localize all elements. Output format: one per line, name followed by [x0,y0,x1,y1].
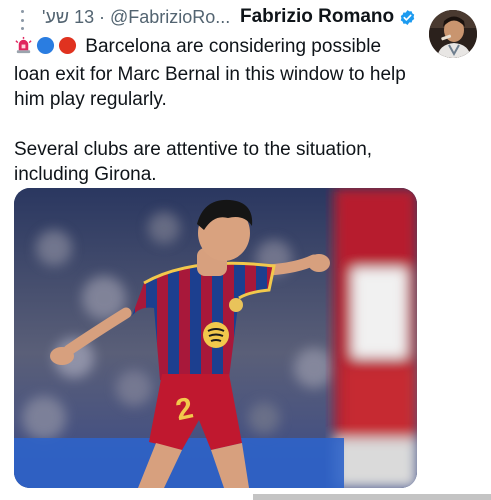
verified-badge-icon [400,10,415,25]
tweet-body: Barcelona are considering possible loan … [14,34,419,187]
more-options-icon[interactable] [18,10,26,30]
author-handle[interactable]: @FabrizioRo... [110,7,230,28]
author-name[interactable]: Fabrizio Romano [240,6,394,28]
red-circle-icon [58,36,77,62]
tweet-time[interactable]: 13 שע' [42,7,94,28]
tweet-image[interactable]: 2 [14,188,417,488]
horizontal-scrollbar[interactable] [253,494,491,500]
tweet-header: 13 שע' · @FabrizioRo... Fabrizio Romano [0,0,491,58]
separator-dot: · [99,7,105,27]
rotating-light-icon [14,36,33,62]
blue-circle-icon [36,36,55,62]
author-avatar[interactable] [429,10,477,58]
